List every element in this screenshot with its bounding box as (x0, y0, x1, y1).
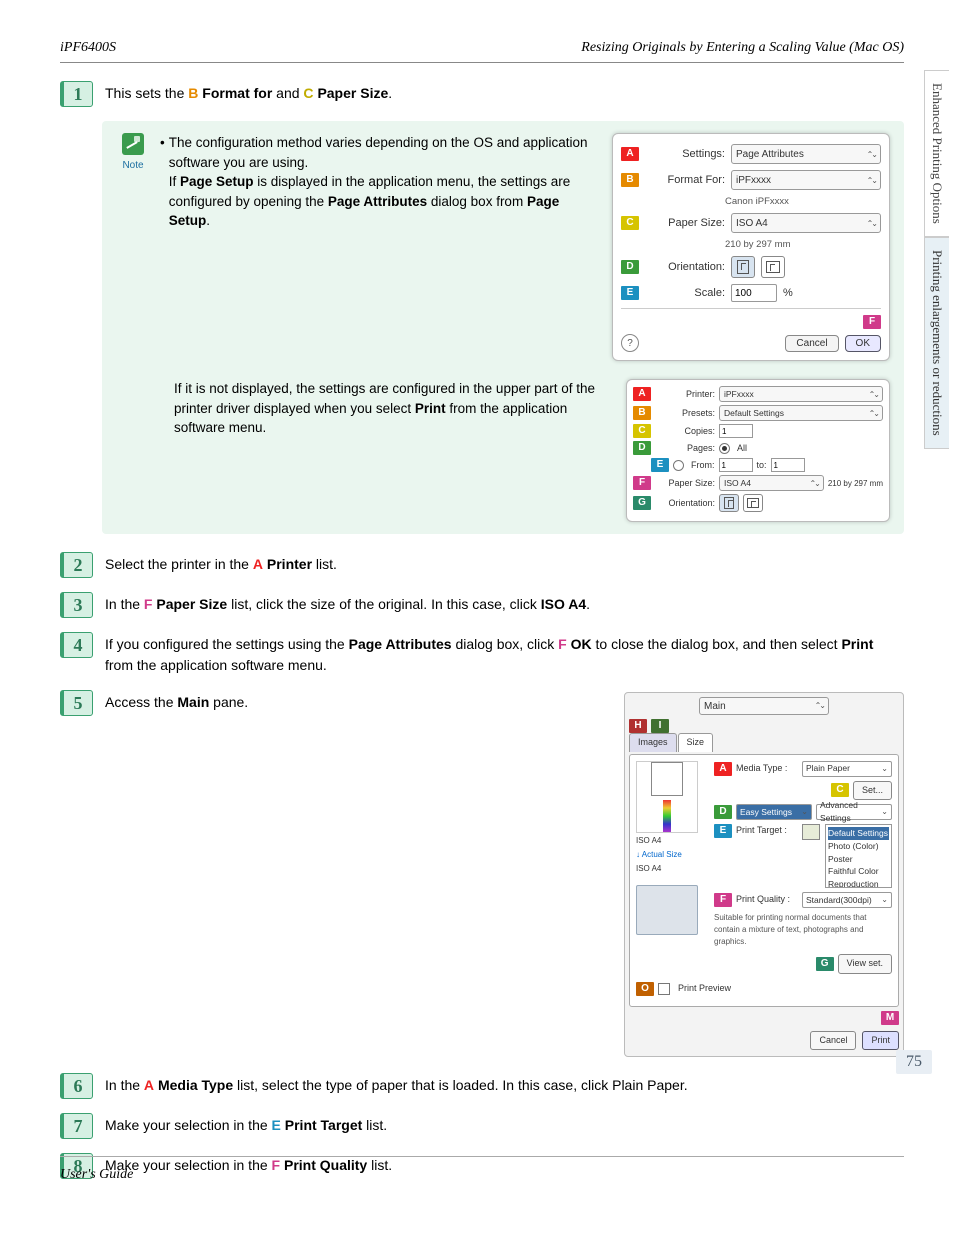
view-set-button[interactable]: View set. (838, 954, 892, 974)
step-number: 1 (60, 81, 93, 107)
scale-input[interactable] (731, 284, 777, 302)
orientation-landscape-button[interactable] (743, 494, 763, 512)
orientation-landscape-button[interactable] (761, 256, 785, 278)
page-attributes-dialog: A Settings: Page Attributes B Format For… (612, 133, 890, 361)
print-target-list[interactable]: Default Settings Photo (Color) Poster Fa… (825, 824, 892, 888)
tab-advanced-settings[interactable]: Advanced Settings (816, 804, 892, 820)
orientation-portrait-button[interactable] (731, 256, 755, 278)
note-box: Note • The configuration method varies d… (102, 121, 904, 534)
sidebar-tab-enlargements[interactable]: Printing enlargements or reductions (924, 237, 949, 449)
step-3: 3 In the F Paper Size list, click the si… (60, 592, 904, 618)
printer-icon (636, 885, 698, 935)
sidebar-tab-enhanced[interactable]: Enhanced Printing Options (924, 70, 949, 237)
step-1: 1 This sets the B Format for and C Paper… (60, 81, 904, 107)
portrait-icon (737, 260, 749, 274)
model-name: iPF6400S (60, 40, 116, 56)
footer-label: User's Guide (60, 1167, 133, 1183)
preview-sheet-icon (636, 761, 698, 833)
paper-size-select[interactable]: ISO A4 (731, 213, 881, 233)
orientation-portrait-button[interactable] (719, 494, 739, 512)
ok-button[interactable]: OK (845, 335, 881, 352)
page-number: 75 (896, 1050, 932, 1074)
page-title: Resizing Originals by Entering a Scaling… (581, 40, 904, 56)
step-2: 2 Select the printer in the A Printer li… (60, 552, 904, 578)
step-6: 6 In the A Media Type list, select the t… (60, 1073, 904, 1099)
settings-select[interactable]: Page Attributes (731, 144, 881, 164)
tab-images[interactable]: Images (629, 733, 677, 752)
pages-from-input[interactable] (719, 458, 753, 472)
help-icon[interactable]: ? (621, 334, 639, 352)
set-button[interactable]: Set... (853, 781, 892, 801)
portrait-icon (724, 497, 734, 509)
format-for-select[interactable]: iPFxxxx (731, 170, 881, 190)
pages-all-radio[interactable] (719, 443, 730, 454)
print-quality-select[interactable]: Standard(300dpi) (802, 892, 892, 908)
step-5: 5 Access the Main pane. Main H I Images … (60, 690, 904, 1057)
cancel-button[interactable]: Cancel (810, 1031, 856, 1051)
cancel-button[interactable]: Cancel (785, 335, 838, 352)
note-label: Note (116, 160, 150, 171)
step-4: 4 If you configured the settings using t… (60, 632, 904, 676)
copies-input[interactable] (719, 424, 753, 438)
print-dialog: A Printer: iPFxxxx B Presets: Default Se… (626, 379, 890, 522)
step-7: 7 Make your selection in the E Print Tar… (60, 1113, 904, 1139)
pencil-icon (122, 133, 144, 155)
tab-easy-settings[interactable]: Easy Settings (736, 804, 812, 820)
media-type-select[interactable]: Plain Paper (802, 761, 892, 777)
main-pane-dialog: Main H I Images Size (624, 692, 904, 1057)
landscape-icon (766, 261, 780, 273)
print-button[interactable]: Print (862, 1031, 899, 1051)
tab-size[interactable]: Size (678, 733, 714, 752)
landscape-icon (747, 498, 759, 508)
presets-select[interactable]: Default Settings (719, 405, 883, 421)
pages-to-input[interactable] (771, 458, 805, 472)
target-thumb-icon (802, 824, 820, 840)
printer-select[interactable]: iPFxxxx (719, 386, 883, 402)
print-preview-checkbox[interactable] (658, 983, 670, 995)
pane-select[interactable]: Main (699, 697, 829, 715)
print-paper-size-select[interactable]: ISO A4 (719, 475, 824, 491)
pages-range-radio[interactable] (673, 460, 684, 471)
